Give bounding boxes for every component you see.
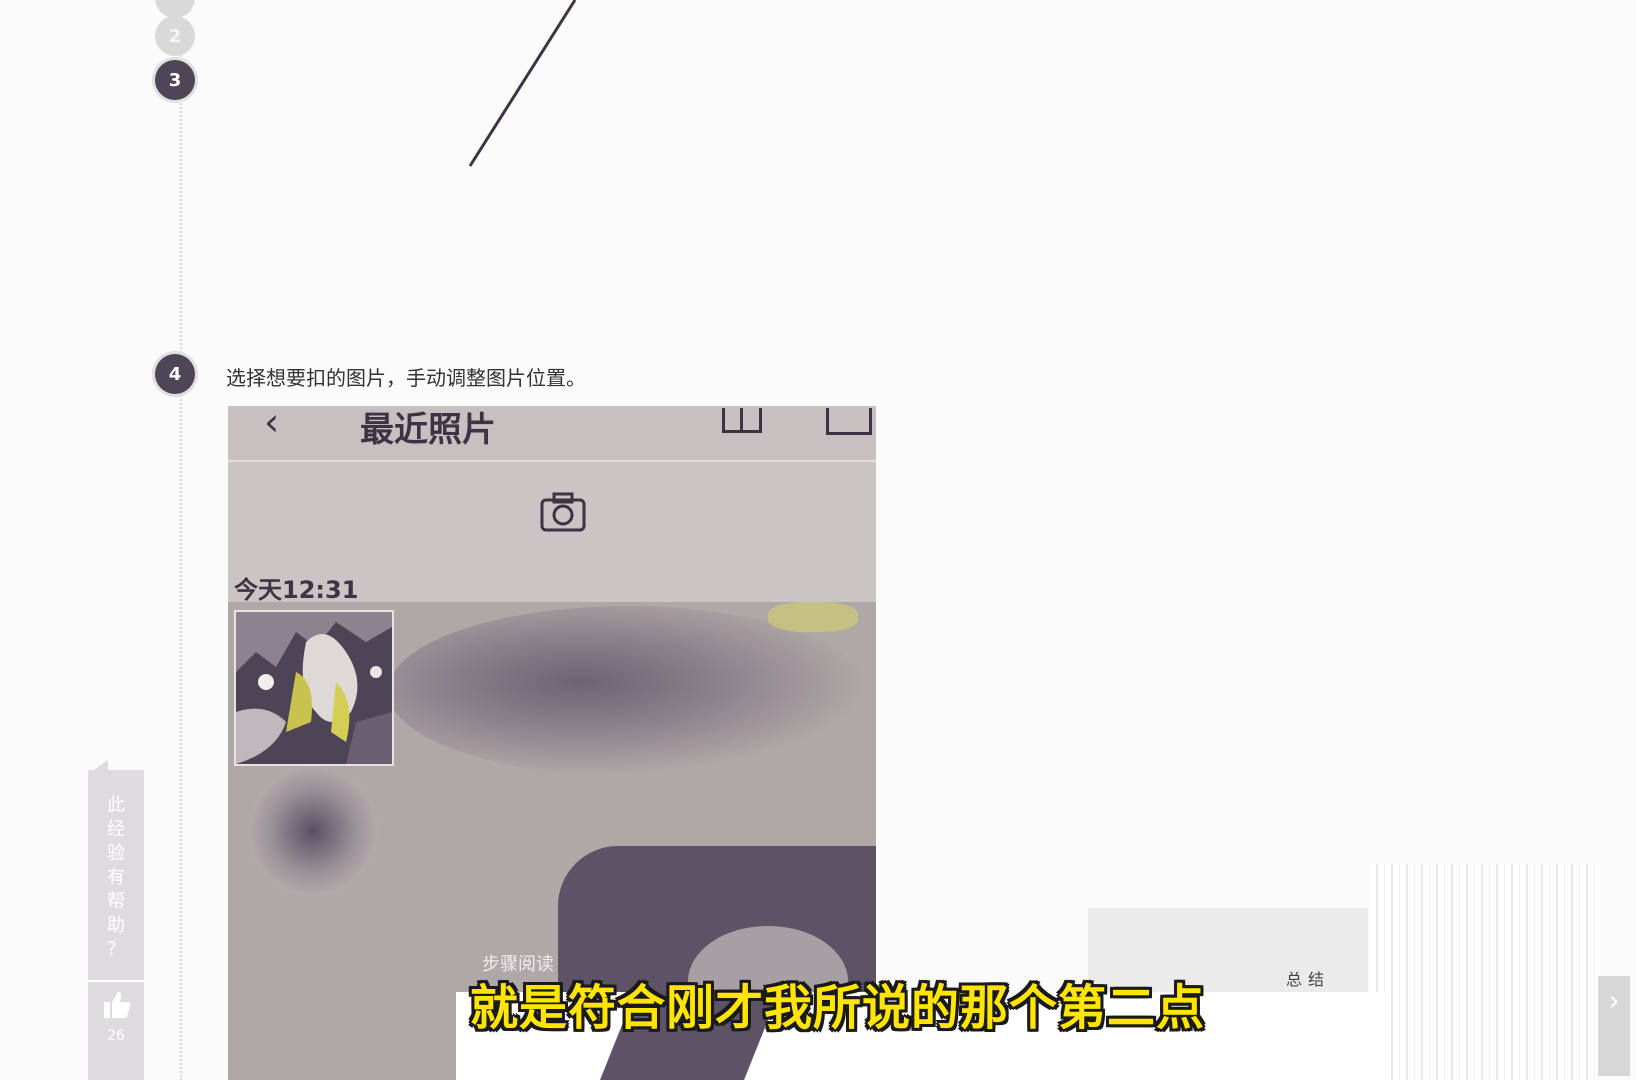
chevron-right-icon: ›: [1608, 984, 1620, 1017]
image-fragment: [1370, 864, 1600, 1080]
layout-icon: [722, 408, 762, 433]
photo-date-label: 今天12:31: [234, 576, 359, 604]
helpful-question: 此经验有帮助？: [107, 795, 125, 960]
next-arrow-button[interactable]: ›: [1598, 976, 1630, 1076]
blurred-region: [248, 766, 378, 896]
video-subtitle: 就是符合刚才我所说的那个第二点: [470, 980, 1206, 1036]
highlight-blob: [768, 602, 858, 632]
summary-tab[interactable]: 总结: [1286, 966, 1330, 990]
step-number-4: 4: [155, 354, 195, 394]
chevron-left-icon: ‹: [264, 406, 280, 444]
step-4-description: 选择想要扣的图片，手动调整图片位置。: [226, 366, 586, 390]
photo-thumbnail[interactable]: [234, 610, 394, 766]
camera-icon[interactable]: [540, 492, 586, 532]
phone-top-bar: ‹ 最近照片: [228, 406, 876, 462]
image-icon: [826, 408, 872, 435]
phone-title: 最近照片: [360, 410, 496, 450]
thumbs-up-icon[interactable]: [102, 990, 132, 1020]
like-count: 26: [107, 1028, 125, 1044]
side-divider: [88, 980, 144, 982]
